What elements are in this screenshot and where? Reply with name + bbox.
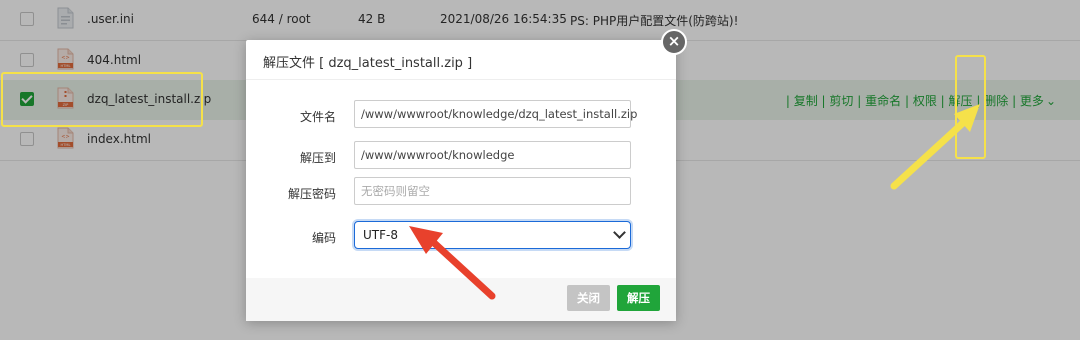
red-arrow-icon [409, 226, 496, 300]
annotation-arrows [409, 104, 980, 300]
yellow-arrow-icon [890, 104, 980, 190]
